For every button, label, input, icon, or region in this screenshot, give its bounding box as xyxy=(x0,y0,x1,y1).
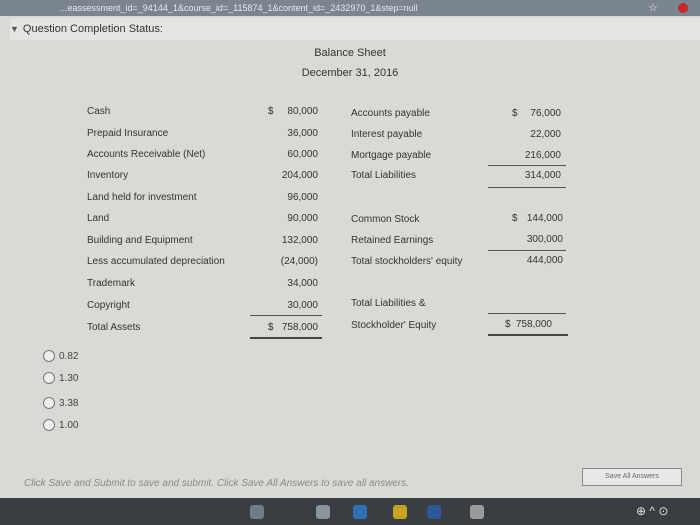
asset-value: 36,000 xyxy=(287,128,318,139)
subtotal-rule xyxy=(488,313,566,314)
taskbar-app-icon[interactable] xyxy=(393,505,407,519)
liability-value: 216,000 xyxy=(524,150,561,161)
equity-label: Common Stock xyxy=(351,214,420,225)
asset-value: (24,000) xyxy=(280,256,318,267)
extension-icon[interactable] xyxy=(678,3,688,13)
address-bar[interactable]: ...eassessment_id=_94144_1&course_id=_11… xyxy=(0,0,700,16)
taskbar-app-icon[interactable] xyxy=(250,505,264,519)
asset-value: 90,000 xyxy=(287,213,318,224)
subtotal-rule xyxy=(488,165,566,166)
asset-label: Cash xyxy=(87,106,111,117)
radio-button[interactable] xyxy=(43,397,55,409)
asset-label: Inventory xyxy=(87,170,129,181)
liability-label: Accounts payable xyxy=(351,108,430,119)
taskbar: ⊕ ^ ⊙ xyxy=(0,498,700,525)
total-equity-value: 444,000 xyxy=(526,255,563,266)
asset-value: 60,000 xyxy=(287,149,318,160)
radio-button[interactable] xyxy=(43,372,55,384)
taskbar-app-icon[interactable] xyxy=(470,505,484,519)
sheet-title: Balance Sheet xyxy=(314,47,386,59)
liability-label: Mortgage payable xyxy=(351,150,432,161)
answer-option-label: 0.82 xyxy=(59,350,79,362)
total-liab-equity-label: Total Liabilities & xyxy=(351,298,426,309)
asset-label: Prepaid Insurance xyxy=(87,128,169,139)
total-double-rule xyxy=(250,337,322,339)
total-liabilities-label: Total Liabilities xyxy=(351,170,417,181)
total-assets-value: 758,000 xyxy=(281,322,318,333)
answer-option[interactable]: 0.82 xyxy=(43,349,78,363)
asset-value: 30,000 xyxy=(287,300,318,311)
subtotal-rule xyxy=(250,315,322,316)
taskbar-app-icon[interactable] xyxy=(353,505,367,519)
equity-value: 144,000 xyxy=(526,213,563,224)
answer-option[interactable]: 1.30 xyxy=(43,371,78,385)
asset-value: 34,000 xyxy=(287,278,318,289)
bookmark-star-icon[interactable]: ☆ xyxy=(648,0,658,16)
total-assets-label: Total Assets xyxy=(87,322,141,333)
radio-button[interactable] xyxy=(43,419,55,431)
answer-option[interactable]: 3.38 xyxy=(43,396,78,410)
liability-label: Interest payable xyxy=(351,129,423,140)
asset-value: 204,000 xyxy=(281,170,318,181)
answer-option[interactable]: 1.00 xyxy=(43,418,78,432)
subtotal-rule xyxy=(488,187,566,188)
liability-value: 22,000 xyxy=(530,129,561,140)
asset-label: Accounts Receivable (Net) xyxy=(87,149,206,160)
total-liab-equity-label: Stockholder' Equity xyxy=(351,320,437,331)
asset-label: Copyright xyxy=(87,300,130,311)
collapse-chevron-icon[interactable]: ▼ xyxy=(10,24,19,34)
equity-label: Retained Earnings xyxy=(351,235,434,246)
answer-option-label: 1.00 xyxy=(59,419,79,431)
asset-value: 80,000 xyxy=(287,106,318,117)
asset-label: Land held for investment xyxy=(87,192,197,203)
sheet-date: December 31, 2016 xyxy=(301,67,399,79)
subtotal-rule xyxy=(488,250,566,251)
status-label: Question Completion Status: xyxy=(22,23,163,35)
word-app-icon[interactable] xyxy=(427,505,441,519)
liability-value: 76,000 xyxy=(530,108,561,119)
asset-label: Land xyxy=(87,213,110,224)
question-completion-status[interactable]: ▼ Question Completion Status: xyxy=(10,18,700,40)
answer-option-label: 1.30 xyxy=(59,372,79,384)
total-equity-label: Total stockholders' equity xyxy=(351,256,463,267)
radio-button[interactable] xyxy=(43,350,55,362)
save-all-answers-button[interactable]: Save All Answers xyxy=(582,468,682,486)
system-tray-icons[interactable]: ⊕ ^ ⊙ xyxy=(636,504,668,518)
asset-value: 96,000 xyxy=(287,192,318,203)
asset-label: Less accumulated depreciation xyxy=(87,256,225,267)
answer-option-label: 3.38 xyxy=(59,397,79,409)
total-liabilities-value: 314,000 xyxy=(524,170,561,181)
submit-instructions: Click Save and Submit to save and submit… xyxy=(24,478,409,489)
asset-label: Trademark xyxy=(87,278,135,289)
equity-value: 300,000 xyxy=(526,234,563,245)
asset-value: 132,000 xyxy=(281,235,318,246)
taskbar-app-icon[interactable] xyxy=(316,505,330,519)
total-liab-equity-value: 758,000 xyxy=(515,319,552,330)
asset-label: Building and Equipment xyxy=(87,235,193,246)
url-text[interactable]: ...eassessment_id=_94144_1&course_id=_11… xyxy=(60,0,418,16)
total-double-rule xyxy=(488,334,568,336)
